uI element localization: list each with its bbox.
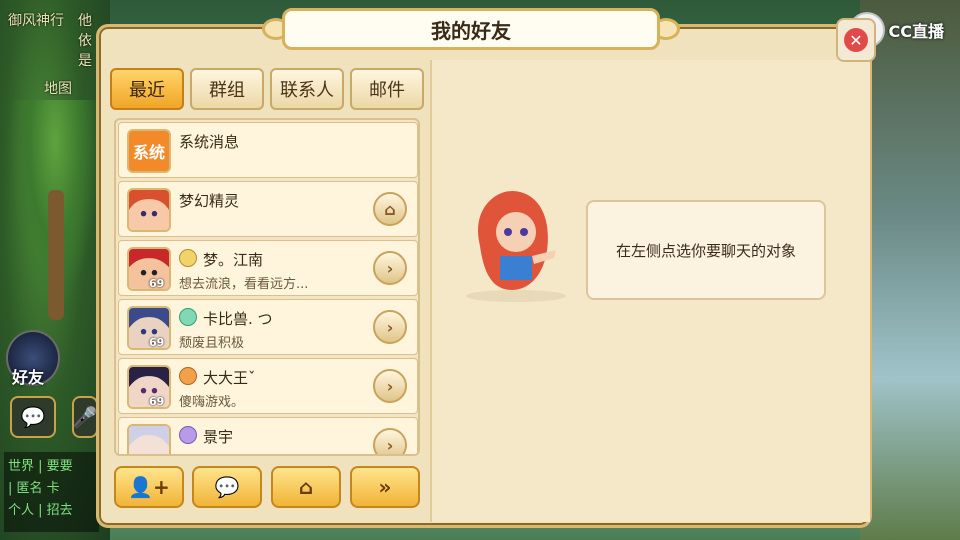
map-label[interactable]: 地图 — [44, 78, 72, 98]
avatar — [127, 424, 171, 454]
chevron-right-icon[interactable]: › — [373, 310, 407, 344]
top-left-label: 御风神行 — [8, 13, 64, 29]
watermark-text: CC直播 — [888, 22, 945, 41]
fairy-character-illustration — [460, 186, 572, 304]
list-item-signature: 颓废且积极 — [179, 336, 245, 351]
chat-button[interactable]: 💬 — [192, 466, 262, 508]
chat-hud-icon[interactable]: 💬 — [10, 396, 56, 438]
home-icon: ⌂ — [298, 475, 314, 499]
list-item[interactable]: 69 卡比兽. つ 颓废且积极 › — [118, 299, 418, 355]
avatar — [127, 188, 171, 232]
list-item-name: 大大王ˇ — [203, 369, 256, 387]
close-icon: ✕ — [844, 28, 868, 52]
home-button[interactable]: ⌂ — [271, 466, 341, 508]
list-item[interactable]: 69 梦。江南 想去流浪，看看远方... › — [118, 240, 418, 296]
palm-trunk — [48, 190, 64, 320]
chat-bubble-icon: 💬 — [214, 475, 240, 499]
list-item-system[interactable]: 系统 系统消息 — [118, 122, 418, 178]
double-chevron-icon: » — [378, 475, 392, 499]
chat-line: | 匿名 卡 — [8, 481, 60, 496]
chat-line: 世界 | 要要 — [8, 459, 73, 474]
list-item-signature: 想去流浪，看看远方... — [179, 277, 309, 292]
add-friend-button[interactable]: 👤+ — [114, 466, 184, 508]
chevron-right-icon[interactable]: › — [373, 251, 407, 285]
more-button[interactable]: » — [350, 466, 420, 508]
panel-title-bar: 我的好友 — [282, 8, 660, 50]
tab-recent[interactable]: 最近 — [110, 68, 184, 110]
tab-contacts[interactable]: 联系人 — [270, 68, 344, 110]
list-item[interactable]: 梦幻精灵 ⌂ — [118, 181, 418, 237]
level-badge: 69 — [149, 336, 165, 349]
chevron-right-icon[interactable]: › — [373, 428, 407, 454]
list-item-name: 景宇 — [203, 428, 234, 446]
home-icon[interactable]: ⌂ — [373, 192, 407, 226]
chat-line: 个人 | 招去 — [8, 503, 73, 518]
tab-groups[interactable]: 群组 — [190, 68, 264, 110]
school-icon — [179, 249, 197, 267]
voice-hud-icon[interactable]: 🎤 — [72, 396, 98, 438]
list-item-signature: 傻嗨游戏。 — [179, 395, 245, 410]
chat-feed: 世界 | 要要 | 匿名 卡 个人 | 招去 — [4, 452, 99, 532]
tab-bar: 最近 群组 联系人 邮件 — [110, 68, 424, 110]
list-item-name: 梦幻精灵 — [179, 192, 240, 210]
list-item-name: 梦。江南 — [203, 251, 264, 269]
school-icon — [179, 308, 197, 326]
level-badge: 69 — [149, 277, 165, 290]
school-icon — [179, 426, 197, 444]
level-badge: 69 — [149, 395, 165, 408]
beach-backdrop — [860, 0, 960, 540]
list-item-name: 系统消息 — [179, 133, 240, 151]
tab-mail[interactable]: 邮件 — [350, 68, 424, 110]
hint-text: 在左侧点选你要聊天的对象 — [615, 241, 796, 260]
top-left-label-2: 他依是 — [78, 13, 92, 69]
close-button[interactable]: ✕ — [836, 18, 876, 62]
list-item-name: 卡比兽. つ — [203, 310, 273, 328]
system-avatar-icon: 系统 — [127, 129, 171, 173]
list-item[interactable]: 景宇 › — [118, 417, 418, 454]
panel-title: 我的好友 — [431, 18, 511, 43]
chevron-right-icon[interactable]: › — [373, 369, 407, 403]
list-item[interactable]: 69 大大王ˇ 傻嗨游戏。 › — [118, 358, 418, 414]
friends-hud-label: 好友 — [12, 368, 45, 387]
hint-bubble: 在左侧点选你要聊天的对象 — [586, 200, 826, 300]
school-icon — [179, 367, 197, 385]
friend-list: 系统 系统消息 梦幻精灵 ⌂ 69 梦。江南 想去流浪，看看远方... › 69… — [114, 118, 420, 456]
add-friend-icon: 👤+ — [128, 475, 170, 499]
